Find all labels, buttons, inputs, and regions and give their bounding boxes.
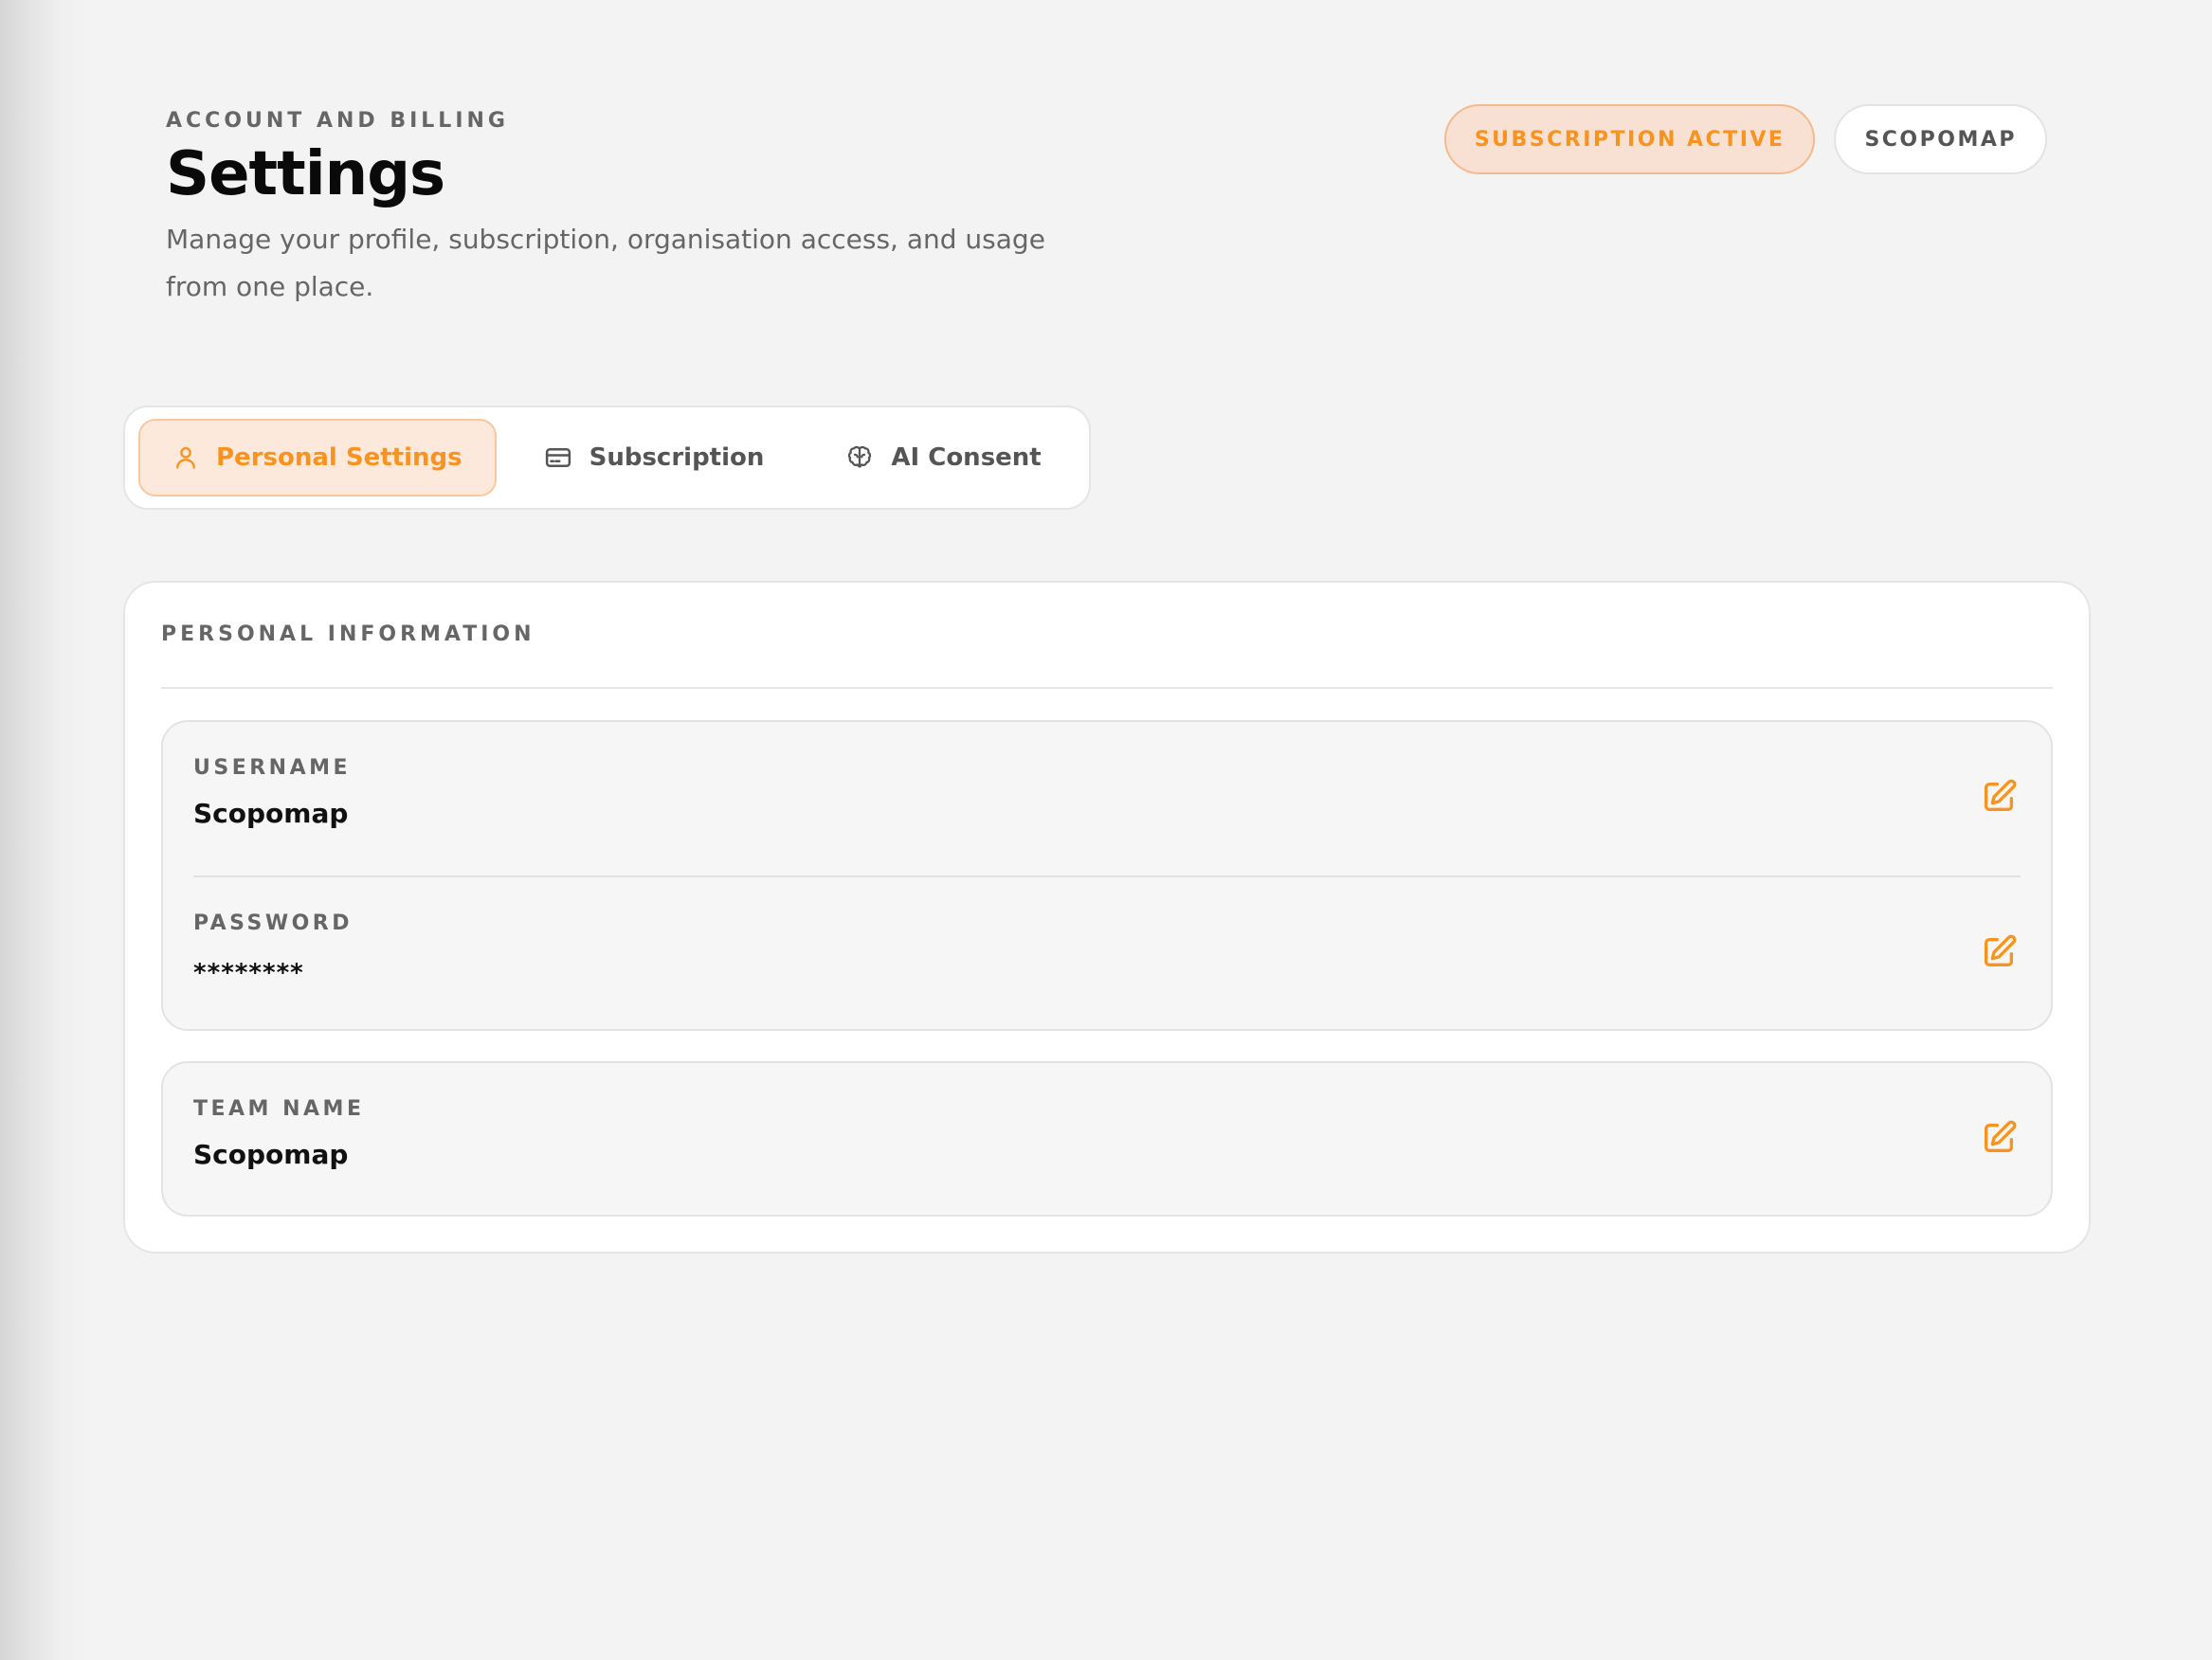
password-value: ******** [193,959,304,987]
user-icon [172,444,199,471]
username-value: Scopomap [193,798,349,829]
page-eyebrow: ACCOUNT AND BILLING [166,109,509,133]
page-title: Settings [166,139,445,209]
field-label: TEAM NAME [193,1097,365,1121]
team-name-field: TEAM NAME Scopomap [163,1063,2051,1217]
organisation-badge[interactable]: SCOPOMAP [1834,104,2047,174]
edit-team-name-button[interactable] [1977,1118,2021,1162]
page-header: ACCOUNT AND BILLING Settings Manage your… [166,106,1114,311]
tab-ai-consent[interactable]: AI Consent [811,419,1075,496]
edit-icon [1980,778,2018,820]
field-label: PASSWORD [193,911,354,935]
section-divider [161,687,2053,689]
section-title: PERSONAL INFORMATION [161,622,535,646]
sidebar-shadow [0,0,85,1660]
team-group: TEAM NAME Scopomap [161,1061,2053,1217]
brain-icon [845,443,874,472]
credit-card-icon [544,443,572,472]
edit-icon [1980,933,2018,975]
settings-tabs: Personal Settings Subscription AI Consen… [123,406,1091,510]
personal-information-card: PERSONAL INFORMATION USERNAME Scopomap P… [123,581,2091,1254]
credentials-group: USERNAME Scopomap PASSWORD ******** [161,720,2053,1031]
edit-icon [1980,1119,2018,1161]
tab-label: Personal Settings [216,443,462,472]
field-label: USERNAME [193,756,352,780]
username-field: USERNAME Scopomap [163,722,2051,877]
edit-username-button[interactable] [1977,777,2021,821]
page-description: Manage your profile, subscription, organ… [166,224,1045,302]
password-field: PASSWORD ******** [163,877,2051,1031]
tab-label: Subscription [589,443,765,472]
tab-personal-settings[interactable]: Personal Settings [138,419,497,496]
status-area: SUBSCRIPTION ACTIVE SCOPOMAP [1443,104,2047,174]
subscription-status-badge: SUBSCRIPTION ACTIVE [1443,104,1816,174]
tab-label: AI Consent [891,443,1042,472]
tab-subscription[interactable]: Subscription [510,419,799,496]
edit-password-button[interactable] [1977,932,2021,976]
team-name-value: Scopomap [193,1139,349,1170]
